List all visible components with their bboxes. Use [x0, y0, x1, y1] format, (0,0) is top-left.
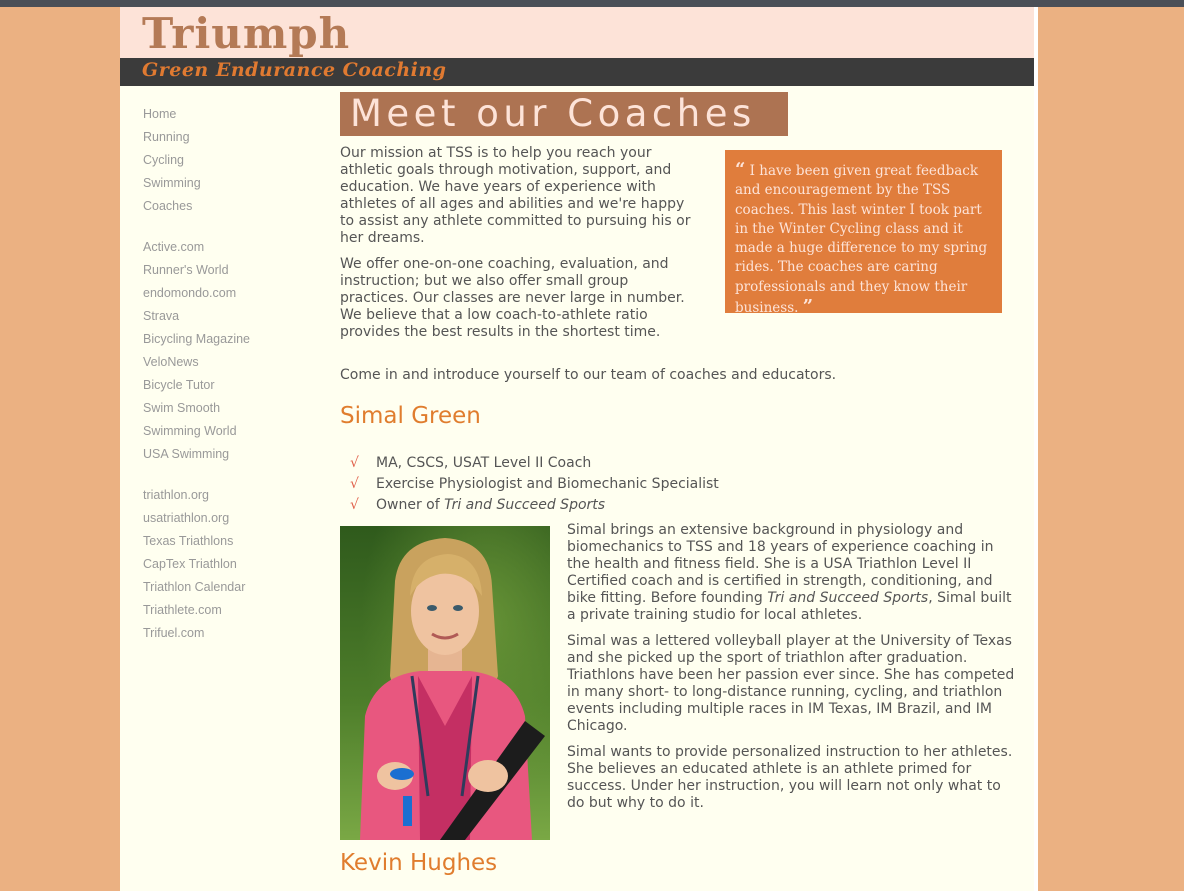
page-title: Meet our Coaches	[340, 92, 788, 136]
credential-item: √ MA, CSCS, USAT Level II Coach	[350, 453, 719, 474]
header-tagline-bar: Green Endurance Coaching	[120, 58, 1034, 86]
intro-paragraph-mission: Our mission at TSS is to help you reach …	[340, 145, 691, 246]
bio-paragraph: Simal was a lettered volleyball player a…	[567, 633, 1015, 734]
bio-business-name: Tri and Succeed Sports	[767, 590, 929, 606]
nav-link-texas-triathlons[interactable]: Texas Triathlons	[143, 530, 313, 553]
intro-paragraph-welcome: Come in and introduce yourself to our te…	[340, 367, 837, 383]
nav-link-bicycle-tutor[interactable]: Bicycle Tutor	[143, 374, 313, 397]
credential-text-prefix: Owner of	[376, 497, 445, 513]
nav-link-cycling[interactable]: Cycling	[143, 149, 313, 172]
nav-link-swim-smooth[interactable]: Swim Smooth	[143, 397, 313, 420]
credential-text: Exercise Physiologist and Biomechanic Sp…	[376, 476, 719, 492]
nav-link-runners-world[interactable]: Runner's World	[143, 259, 313, 282]
nav-link-captex-triathlon[interactable]: CapTex Triathlon	[143, 553, 313, 576]
browser-top-edge	[0, 0, 1184, 7]
coach-portrait-image	[340, 526, 550, 840]
credential-business-name: Tri and Succeed Sports	[444, 497, 606, 513]
open-quote-mark: “	[735, 159, 746, 180]
nav-group-triathlon: triathlon.org usatriathlon.org Texas Tri…	[143, 484, 313, 645]
header-banner: Triumph	[120, 7, 1034, 58]
page-container: Triumph Green Endurance Coaching Home Ru…	[120, 7, 1038, 891]
nav-link-triathlon-calendar[interactable]: Triathlon Calendar	[143, 576, 313, 599]
nav-link-swimming[interactable]: Swimming	[143, 172, 313, 195]
nav-link-home[interactable]: Home	[143, 103, 313, 126]
checkmark-icon: √	[350, 455, 359, 471]
bio-paragraph: Simal wants to provide personalized inst…	[567, 744, 1013, 811]
testimonial-text: I have been given great feedback and enc…	[735, 163, 988, 317]
coach-credentials-list: √ MA, CSCS, USAT Level II Coach √ Exerci…	[350, 453, 719, 516]
coach-photo	[340, 526, 550, 840]
nav-link-running[interactable]: Running	[143, 126, 313, 149]
site-tagline: Green Endurance Coaching	[142, 59, 447, 81]
nav-link-triathlon-org[interactable]: triathlon.org	[143, 484, 313, 507]
page-right-edge	[1034, 7, 1038, 891]
nav-group-resources: Active.com Runner's World endomondo.com …	[143, 236, 313, 466]
nav-link-velonews[interactable]: VeloNews	[143, 351, 313, 374]
nav-link-swimming-world[interactable]: Swimming World	[143, 420, 313, 443]
credential-item: √ Owner of Tri and Succeed Sports	[350, 495, 719, 516]
nav-link-bicycling-magazine[interactable]: Bicycling Magazine	[143, 328, 313, 351]
coach-name-simal-green: Simal Green	[340, 403, 481, 429]
sidebar-nav: Home Running Cycling Swimming Coaches Ac…	[143, 103, 313, 663]
credential-text: MA, CSCS, USAT Level II Coach	[376, 455, 592, 471]
coach-bio: Simal brings an extensive background in …	[567, 522, 1017, 821]
nav-link-usa-swimming[interactable]: USA Swimming	[143, 443, 313, 466]
nav-link-strava[interactable]: Strava	[143, 305, 313, 328]
coach-name-kevin-hughes: Kevin Hughes	[340, 850, 498, 876]
nav-link-active[interactable]: Active.com	[143, 236, 313, 259]
nav-link-coaches[interactable]: Coaches	[143, 195, 313, 218]
nav-link-trifuel[interactable]: Trifuel.com	[143, 622, 313, 645]
nav-link-usatriathlon-org[interactable]: usatriathlon.org	[143, 507, 313, 530]
nav-link-triathlete[interactable]: Triathlete.com	[143, 599, 313, 622]
checkmark-icon: √	[350, 497, 359, 513]
close-quote-mark: ”	[802, 296, 814, 318]
bio-paragraph: Simal brings an extensive background in …	[567, 522, 1017, 624]
nav-link-endomondo[interactable]: endomondo.com	[143, 282, 313, 305]
credential-item: √ Exercise Physiologist and Biomechanic …	[350, 474, 719, 495]
nav-group-site: Home Running Cycling Swimming Coaches	[143, 103, 313, 218]
checkmark-icon: √	[350, 476, 359, 492]
intro-paragraph-offer: We offer one-on-one coaching, evaluation…	[340, 256, 685, 340]
site-logo[interactable]: Triumph	[142, 9, 350, 58]
testimonial-quote: “ I have been given great feedback and e…	[725, 150, 1002, 317]
